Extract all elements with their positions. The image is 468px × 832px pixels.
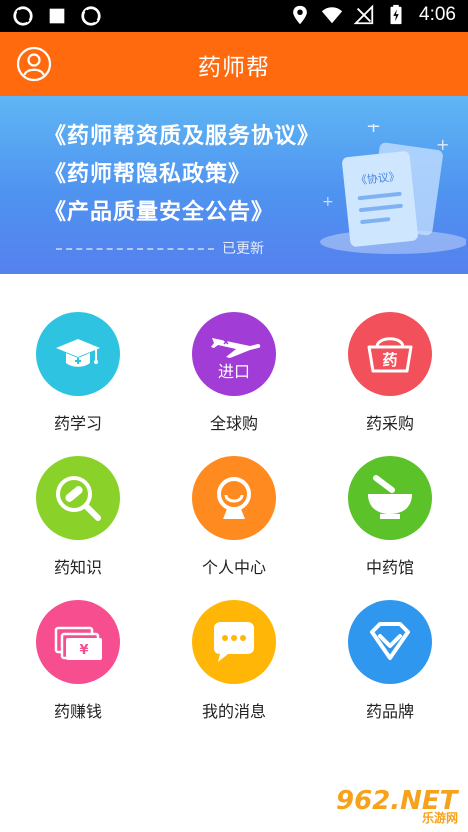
svg-text:¥: ¥ xyxy=(79,643,88,658)
square-icon xyxy=(49,8,65,24)
basket-icon: 药 xyxy=(367,337,413,373)
agreement-links: 《药师帮资质及服务协议》 《药师帮隐私政策》 《产品质量安全公告》 xyxy=(44,118,320,232)
grid-item-label: 药采购 xyxy=(365,414,414,433)
sync-icon xyxy=(13,6,33,26)
graduation-cap-icon xyxy=(56,339,100,367)
grid-icon-bg xyxy=(192,600,276,684)
grid-icon-bg xyxy=(348,600,432,684)
import-text: 进口 xyxy=(218,362,250,381)
grid-item-earn-money[interactable]: ¥ 药赚钱 xyxy=(0,584,156,728)
page-title: 药师帮 xyxy=(198,55,270,81)
wifi-icon xyxy=(321,7,343,24)
status-bar: 4:06 xyxy=(0,0,468,32)
grid-icon-bg: ¥ xyxy=(36,600,120,684)
medicine-text: 药 xyxy=(382,351,397,369)
status-time: 4:06 xyxy=(419,4,456,25)
location-icon xyxy=(293,5,307,25)
grid-item-messages[interactable]: 我的消息 xyxy=(156,584,312,728)
mortar-icon xyxy=(368,475,412,519)
grid-item-label: 药学习 xyxy=(53,414,102,433)
updated-label: 已更新 xyxy=(222,241,264,257)
watermark-sub-text: 乐游网 xyxy=(421,811,458,825)
grid-item-label: 中药馆 xyxy=(365,558,414,577)
grid-icon-bg xyxy=(348,456,432,540)
grid-icon-bg xyxy=(36,456,120,540)
grid-icon-bg xyxy=(192,456,276,540)
svg-text:+: + xyxy=(322,194,334,210)
dashed-divider xyxy=(56,248,214,250)
sync-icon xyxy=(81,6,101,26)
grid-item-personal-center[interactable]: 个人中心 xyxy=(156,440,312,584)
app-header: 药师帮 xyxy=(0,32,468,96)
agreement-banner: 《药师帮资质及服务协议》 《药师帮隐私政策》 《产品质量安全公告》 已更新 + … xyxy=(0,96,468,274)
grid-item-study[interactable]: 药学习 xyxy=(0,296,156,440)
grid-item-label: 药知识 xyxy=(53,558,102,577)
grid-item-label: 我的消息 xyxy=(201,702,266,721)
grid-item-global-buy[interactable]: 进口 全球购 xyxy=(156,296,312,440)
grid-icon-bg: 药 xyxy=(348,312,432,396)
svg-text:+: + xyxy=(366,124,381,137)
grid-item-label: 个人中心 xyxy=(201,558,266,577)
diamond-icon xyxy=(370,622,410,660)
airplane-icon: 进口 xyxy=(211,338,261,381)
no-sim-icon xyxy=(353,4,374,25)
money-icon: ¥ xyxy=(54,626,102,660)
quality-notice-link[interactable]: 《产品质量安全公告》 xyxy=(44,194,320,232)
grid-icon-bg: 进口 xyxy=(192,312,276,396)
magnifier-pill-icon xyxy=(56,476,101,521)
grid-item-label: 药品牌 xyxy=(365,702,414,721)
battery-charging-icon xyxy=(390,4,402,25)
grid-item-knowledge[interactable]: 药知识 xyxy=(0,440,156,584)
grid-item-label: 药赚钱 xyxy=(53,702,102,721)
service-agreement-link[interactable]: 《药师帮资质及服务协议》 xyxy=(44,118,320,156)
grid-item-tcm-hall[interactable]: 中药馆 xyxy=(312,440,468,584)
grid-icon-bg xyxy=(36,312,120,396)
document-illustration: + + + 《协议》 xyxy=(320,124,466,254)
privacy-policy-link[interactable]: 《药师帮隐私政策》 xyxy=(44,156,320,194)
webcam-person-icon xyxy=(217,477,251,519)
grid-item-brand[interactable]: 药品牌 xyxy=(312,584,468,728)
grid-item-purchase[interactable]: 药 药采购 xyxy=(312,296,468,440)
chat-bubble-icon xyxy=(214,622,254,662)
grid-item-label: 全球购 xyxy=(209,414,258,433)
watermark-logo: 962.NET 乐游网 xyxy=(332,786,462,826)
updated-row: 已更新 xyxy=(56,238,264,258)
